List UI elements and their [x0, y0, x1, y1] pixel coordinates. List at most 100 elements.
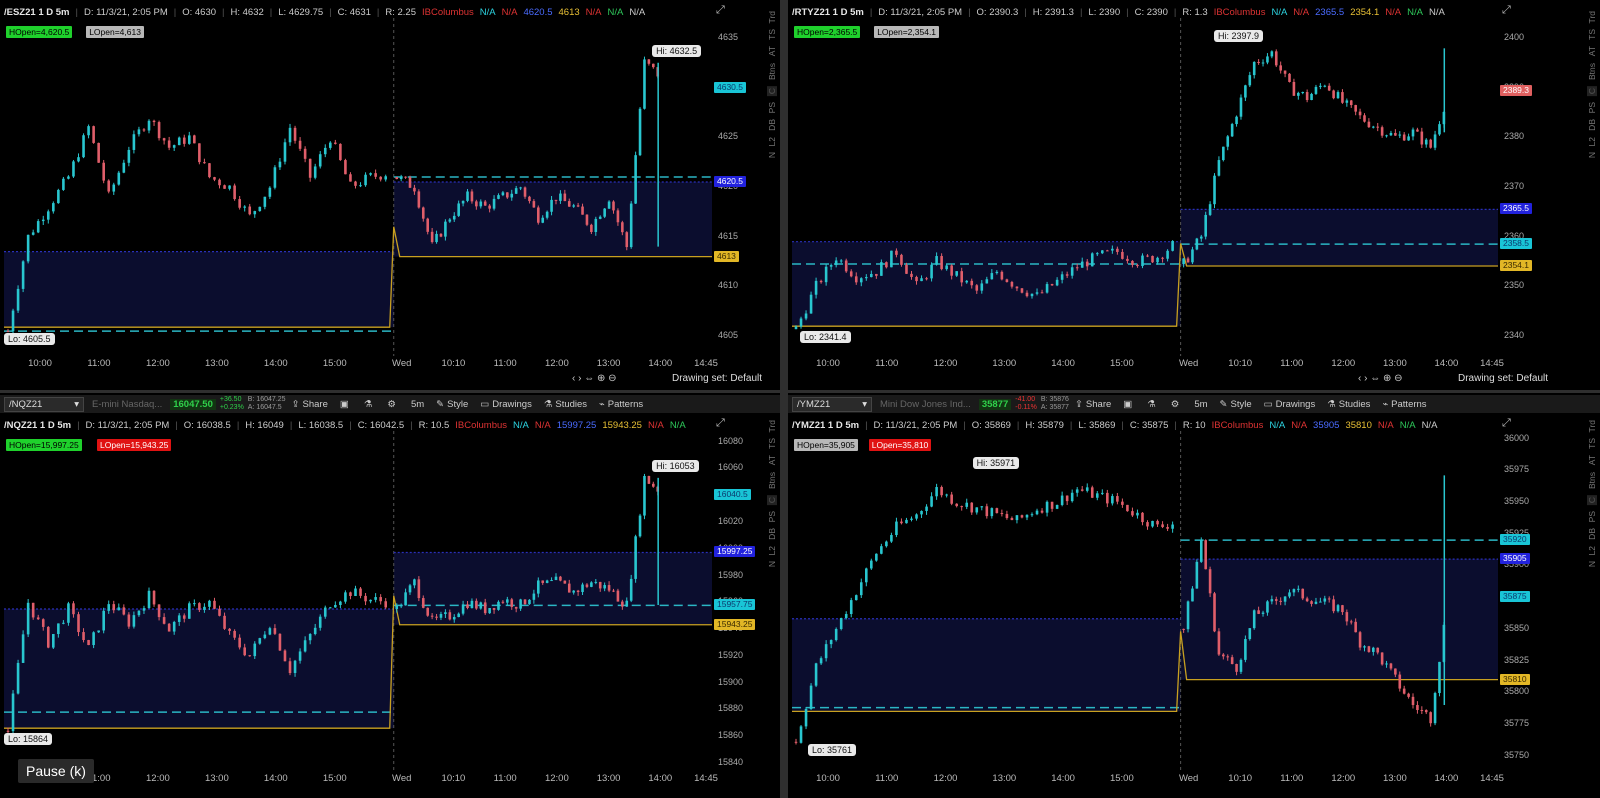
- share-button[interactable]: ⇪ Share: [1075, 399, 1111, 410]
- side-tab-btns[interactable]: Btns: [1587, 472, 1597, 489]
- toolbar-label: Drawings: [492, 398, 532, 410]
- candle-body: [930, 496, 933, 507]
- separator: |: [1173, 6, 1177, 18]
- side-tab-ps[interactable]: PS: [767, 102, 777, 113]
- side-tab-n[interactable]: N: [1587, 561, 1597, 567]
- side-tab-at[interactable]: AT: [1587, 46, 1597, 56]
- chevron-down-icon[interactable]: ▾: [74, 398, 79, 411]
- x-axis-tick: 10:00: [28, 358, 52, 369]
- x-axis-tick: Wed: [392, 358, 412, 369]
- side-tab-db[interactable]: DB: [767, 528, 777, 540]
- side-tab-btns[interactable]: Btns: [767, 472, 777, 489]
- gear-button[interactable]: ⚙: [1171, 399, 1183, 410]
- candle-body: [1151, 520, 1154, 527]
- side-tab-trd[interactable]: Trd: [767, 11, 777, 23]
- separator: |: [349, 419, 352, 431]
- candle-body: [1235, 664, 1238, 672]
- side-tab-n[interactable]: N: [1587, 152, 1597, 158]
- symbol-input[interactable]: /NQZ21 ▾: [4, 396, 84, 412]
- candle-body: [6, 331, 10, 333]
- patterns-button[interactable]: ⌁ Patterns: [1382, 399, 1426, 410]
- side-tab-ts[interactable]: TS: [767, 438, 777, 449]
- candle-body: [1402, 688, 1406, 694]
- horizontal-divider[interactable]: [0, 390, 1600, 393]
- style-button[interactable]: ✎ Style: [1220, 399, 1252, 410]
- candle-body: [985, 506, 989, 517]
- interval-button[interactable]: 5m: [1194, 399, 1207, 410]
- price-chart[interactable]: [0, 431, 712, 771]
- expand-icon[interactable]: ⤢: [1502, 4, 1511, 17]
- side-tab-c[interactable]: C: [1587, 494, 1597, 505]
- side-tab-trd[interactable]: Trd: [767, 420, 777, 432]
- candle-body: [1420, 131, 1424, 145]
- side-tab-trd[interactable]: Trd: [1587, 11, 1597, 23]
- expand-icon[interactable]: ⤢: [716, 417, 725, 430]
- flask-button[interactable]: ⚗: [364, 399, 376, 410]
- low-callout: Lo: 4605.5: [4, 333, 55, 346]
- nq-chart-pane[interactable]: /NQZ21 ▾ E-mini Nasdaq... 16047.50 +36.50 +0.…: [0, 393, 780, 798]
- es-chart-pane[interactable]: /ESZ21 1 D 5m | D: 11/3/21, 2:05 PM | O: 463…: [0, 0, 780, 392]
- pause-button[interactable]: Pause (k): [18, 759, 94, 783]
- expand-icon[interactable]: ⤢: [1502, 417, 1511, 430]
- drawings-button[interactable]: ▭ Drawings: [480, 399, 532, 410]
- ohlc-value: H: 35879: [1025, 419, 1064, 431]
- side-tab-db[interactable]: DB: [767, 119, 777, 131]
- vertical-divider[interactable]: [780, 0, 788, 798]
- rty-chart-pane[interactable]: /RTYZ21 1 D 5m | D: 11/3/21, 2:05 PM | O: 23…: [788, 0, 1600, 392]
- drawing-set-label[interactable]: Drawing set: Default: [1458, 373, 1548, 384]
- side-tab-db[interactable]: DB: [1587, 119, 1597, 131]
- side-tab-n[interactable]: N: [767, 152, 777, 158]
- side-tab-db[interactable]: DB: [1587, 528, 1597, 540]
- side-tab-ps[interactable]: PS: [1587, 511, 1597, 522]
- side-tab-l2[interactable]: L2: [767, 137, 777, 146]
- side-tab-l2[interactable]: L2: [767, 546, 777, 555]
- chart-scrollbar[interactable]: ‹ › ⇔ ⊕ ⊖: [0, 373, 780, 385]
- camera-button[interactable]: ▣: [340, 399, 352, 410]
- side-tab-ts[interactable]: TS: [1587, 29, 1597, 40]
- candle-body: [127, 614, 131, 627]
- style-button[interactable]: ✎ Style: [436, 399, 468, 410]
- price-chart[interactable]: [788, 18, 1498, 356]
- side-tab-btns[interactable]: Btns: [1587, 63, 1597, 80]
- camera-icon: ▣: [1123, 398, 1133, 410]
- expand-icon[interactable]: ⤢: [716, 4, 725, 17]
- drawings-button[interactable]: ▭ Drawings: [1264, 399, 1316, 410]
- ym-chart-pane[interactable]: /YMZ21 ▾ Mini Dow Jones Ind... 35877 -41.00-…: [788, 393, 1600, 798]
- side-tab-c[interactable]: C: [767, 85, 777, 96]
- chevron-down-icon[interactable]: ▾: [862, 398, 867, 411]
- zoom-controls[interactable]: ‹ › ⇔ ⊕ ⊖: [572, 373, 617, 384]
- symbol-input[interactable]: /YMZ21 ▾: [792, 396, 872, 412]
- drawing-set-label[interactable]: Drawing set: Default: [672, 373, 762, 384]
- side-tab-at[interactable]: AT: [1587, 455, 1597, 465]
- candle-body: [1310, 601, 1313, 604]
- candle-body: [809, 294, 813, 314]
- side-tab-l2[interactable]: L2: [1587, 546, 1597, 555]
- candle-body: [1213, 175, 1216, 205]
- camera-button[interactable]: ▣: [1123, 399, 1135, 410]
- side-tab-btns[interactable]: Btns: [767, 63, 777, 80]
- side-tab-at[interactable]: AT: [767, 46, 777, 56]
- side-tab-c[interactable]: C: [767, 494, 777, 505]
- interval-button[interactable]: 5m: [411, 399, 424, 410]
- side-tab-c[interactable]: C: [1587, 85, 1597, 96]
- side-tab-l2[interactable]: L2: [1587, 137, 1597, 146]
- price-chart[interactable]: [788, 431, 1498, 771]
- side-tab-ts[interactable]: TS: [1587, 438, 1597, 449]
- patterns-button[interactable]: ⌁ Patterns: [599, 399, 643, 410]
- flask-button[interactable]: ⚗: [1147, 399, 1159, 410]
- side-tab-ps[interactable]: PS: [1587, 102, 1597, 113]
- gear-button[interactable]: ⚙: [387, 399, 399, 410]
- side-tab-trd[interactable]: Trd: [1587, 420, 1597, 432]
- candle-body: [177, 137, 181, 146]
- candle-body: [1283, 70, 1287, 74]
- price-chart[interactable]: [0, 18, 712, 356]
- candle-body: [1217, 160, 1221, 176]
- side-tab-n[interactable]: N: [767, 561, 777, 567]
- side-tab-at[interactable]: AT: [767, 455, 777, 465]
- share-button[interactable]: ⇪ Share: [292, 399, 328, 410]
- side-tab-ps[interactable]: PS: [767, 511, 777, 522]
- studies-button[interactable]: ⚗ Studies: [544, 399, 587, 410]
- studies-button[interactable]: ⚗ Studies: [1327, 399, 1370, 410]
- side-tab-ts[interactable]: TS: [767, 29, 777, 40]
- zoom-controls[interactable]: ‹ › ⇔ ⊕ ⊖: [1358, 373, 1403, 384]
